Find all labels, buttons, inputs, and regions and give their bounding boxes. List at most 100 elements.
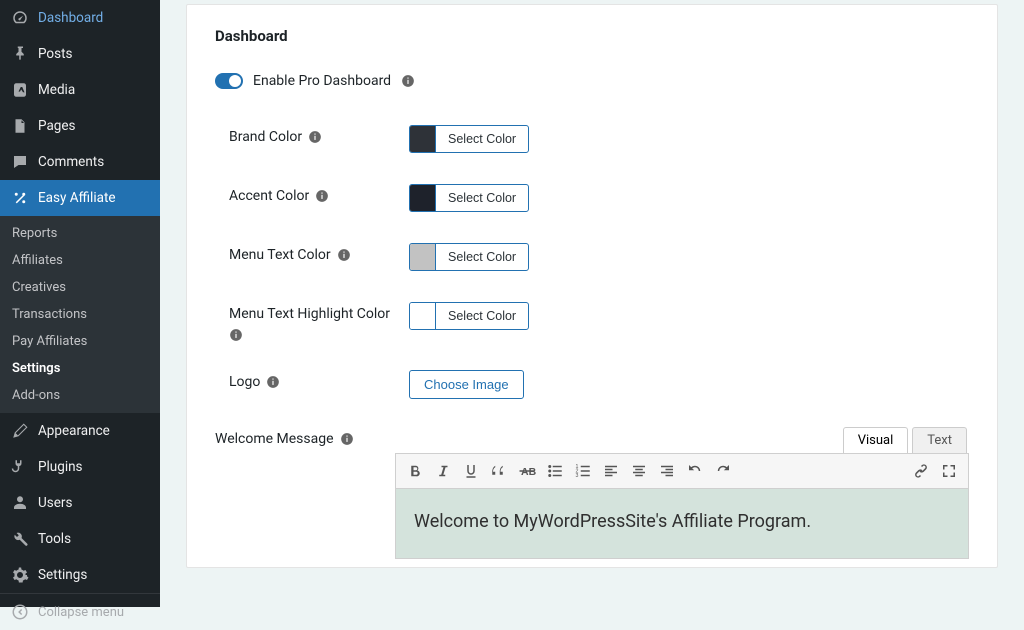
tab-visual[interactable]: Visual [843, 427, 909, 453]
sidebar-item-tools[interactable]: Tools [0, 521, 160, 557]
italic-button[interactable] [430, 458, 456, 484]
row-menu-text-highlight-color: Menu Text Highlight Color Select Color [229, 288, 969, 356]
accent-color-picker[interactable]: Select Color [409, 184, 529, 212]
brand-color-picker[interactable]: Select Color [409, 125, 529, 153]
accent-color-label: Accent Color [229, 188, 309, 204]
plugin-icon [10, 457, 30, 477]
sidebar-item-label: Users [38, 495, 72, 511]
submenu-item-creatives[interactable]: Creatives [0, 274, 160, 301]
info-icon[interactable] [266, 375, 280, 389]
info-icon[interactable] [308, 130, 322, 144]
undo-button[interactable] [682, 458, 708, 484]
sidebar-item-dashboard[interactable]: Dashboard [0, 0, 160, 36]
info-icon[interactable] [315, 189, 329, 203]
select-color-button[interactable]: Select Color [436, 244, 528, 270]
admin-sidebar: Dashboard Posts Media Pages Comments Eas… [0, 0, 160, 607]
submenu-item-transactions[interactable]: Transactions [0, 301, 160, 328]
sidebar-item-label: Pages [38, 118, 76, 134]
unordered-list-button[interactable] [542, 458, 568, 484]
menu-text-color-picker[interactable]: Select Color [409, 243, 529, 271]
submenu-item-reports[interactable]: Reports [0, 220, 160, 247]
sidebar-item-pages[interactable]: Pages [0, 108, 160, 144]
tab-text[interactable]: Text [912, 427, 967, 453]
sidebar-item-easy-affiliate[interactable]: Easy Affiliate [0, 180, 160, 216]
fullscreen-button[interactable] [936, 458, 962, 484]
comment-icon [10, 152, 30, 172]
enable-pro-dashboard-label: Enable Pro Dashboard [253, 73, 391, 89]
editor-tabs: Visual Text [395, 427, 969, 453]
row-brand-color: Brand Color Select Color [229, 111, 969, 170]
user-icon [10, 493, 30, 513]
brand-color-swatch [410, 126, 436, 152]
select-color-button[interactable]: Select Color [436, 126, 528, 152]
row-welcome-message: Welcome Message Visual Text [215, 413, 969, 559]
menu-text-highlight-color-label: Menu Text Highlight Color [229, 306, 390, 322]
sidebar-item-media[interactable]: Media [0, 72, 160, 108]
welcome-message-editor[interactable]: Welcome to MyWordPressSite's Affiliate P… [395, 489, 969, 559]
select-color-button[interactable]: Select Color [436, 185, 528, 211]
sidebar-item-label: Media [38, 82, 75, 98]
page-icon [10, 116, 30, 136]
accent-color-swatch [410, 185, 436, 211]
sidebar-item-plugins[interactable]: Plugins [0, 449, 160, 485]
sidebar-item-label: Plugins [38, 459, 83, 475]
brand-color-label: Brand Color [229, 129, 302, 145]
dashboard-settings-panel: Dashboard Enable Pro Dashboard Brand Col… [186, 4, 998, 568]
menu-text-color-swatch [410, 244, 436, 270]
editor-toolbar [395, 453, 969, 489]
sidebar-item-comments[interactable]: Comments [0, 144, 160, 180]
sidebar-item-users[interactable]: Users [0, 485, 160, 521]
align-center-button[interactable] [626, 458, 652, 484]
content-area: Dashboard Enable Pro Dashboard Brand Col… [160, 0, 1024, 607]
row-logo: Logo Choose Image [229, 356, 969, 413]
bold-button[interactable] [402, 458, 428, 484]
align-right-button[interactable] [654, 458, 680, 484]
logo-label: Logo [229, 374, 260, 390]
menu-text-highlight-color-picker[interactable]: Select Color [409, 302, 529, 330]
pin-icon [10, 44, 30, 64]
link-button[interactable] [908, 458, 934, 484]
blockquote-button[interactable] [486, 458, 512, 484]
affiliate-icon [10, 188, 30, 208]
menu-text-highlight-color-swatch [410, 303, 436, 329]
sidebar-item-posts[interactable]: Posts [0, 36, 160, 72]
dashboard-icon [10, 8, 30, 28]
gear-icon [10, 565, 30, 585]
underline-button[interactable] [458, 458, 484, 484]
ordered-list-button[interactable] [570, 458, 596, 484]
panel-title: Dashboard [215, 27, 969, 45]
collapse-menu-button[interactable]: Collapse menu [0, 593, 160, 630]
row-accent-color: Accent Color Select Color [229, 170, 969, 229]
collapse-icon [10, 602, 30, 622]
sidebar-item-appearance[interactable]: Appearance [0, 413, 160, 449]
choose-image-button[interactable]: Choose Image [409, 370, 524, 399]
info-icon[interactable] [337, 248, 351, 262]
info-icon[interactable] [340, 432, 354, 446]
submenu-item-addons[interactable]: Add-ons [0, 382, 160, 409]
sidebar-item-label: Comments [38, 154, 104, 170]
submenu-item-settings[interactable]: Settings [0, 355, 160, 382]
submenu-item-affiliates[interactable]: Affiliates [0, 247, 160, 274]
redo-button[interactable] [710, 458, 736, 484]
menu-text-color-label: Menu Text Color [229, 247, 331, 263]
sidebar-item-settings[interactable]: Settings [0, 557, 160, 593]
info-icon[interactable] [401, 74, 415, 88]
sidebar-item-label: Dashboard [38, 10, 103, 26]
info-icon[interactable] [229, 328, 243, 342]
sidebar-item-label: Tools [38, 531, 71, 547]
sidebar-item-label: Easy Affiliate [38, 190, 116, 206]
align-left-button[interactable] [598, 458, 624, 484]
select-color-button[interactable]: Select Color [436, 303, 528, 329]
media-icon [10, 80, 30, 100]
row-menu-text-color: Menu Text Color Select Color [229, 229, 969, 288]
sidebar-item-label: Settings [38, 567, 87, 583]
strikethrough-button[interactable] [514, 458, 540, 484]
sidebar-item-label: Posts [38, 46, 72, 62]
sidebar-item-label: Appearance [38, 423, 110, 439]
tools-icon [10, 529, 30, 549]
appearance-icon [10, 421, 30, 441]
submenu-item-pay-affiliates[interactable]: Pay Affiliates [0, 328, 160, 355]
easy-affiliate-submenu: Reports Affiliates Creatives Transaction… [0, 216, 160, 413]
enable-pro-dashboard-toggle[interactable] [215, 73, 243, 89]
welcome-message-label: Welcome Message [215, 431, 334, 447]
